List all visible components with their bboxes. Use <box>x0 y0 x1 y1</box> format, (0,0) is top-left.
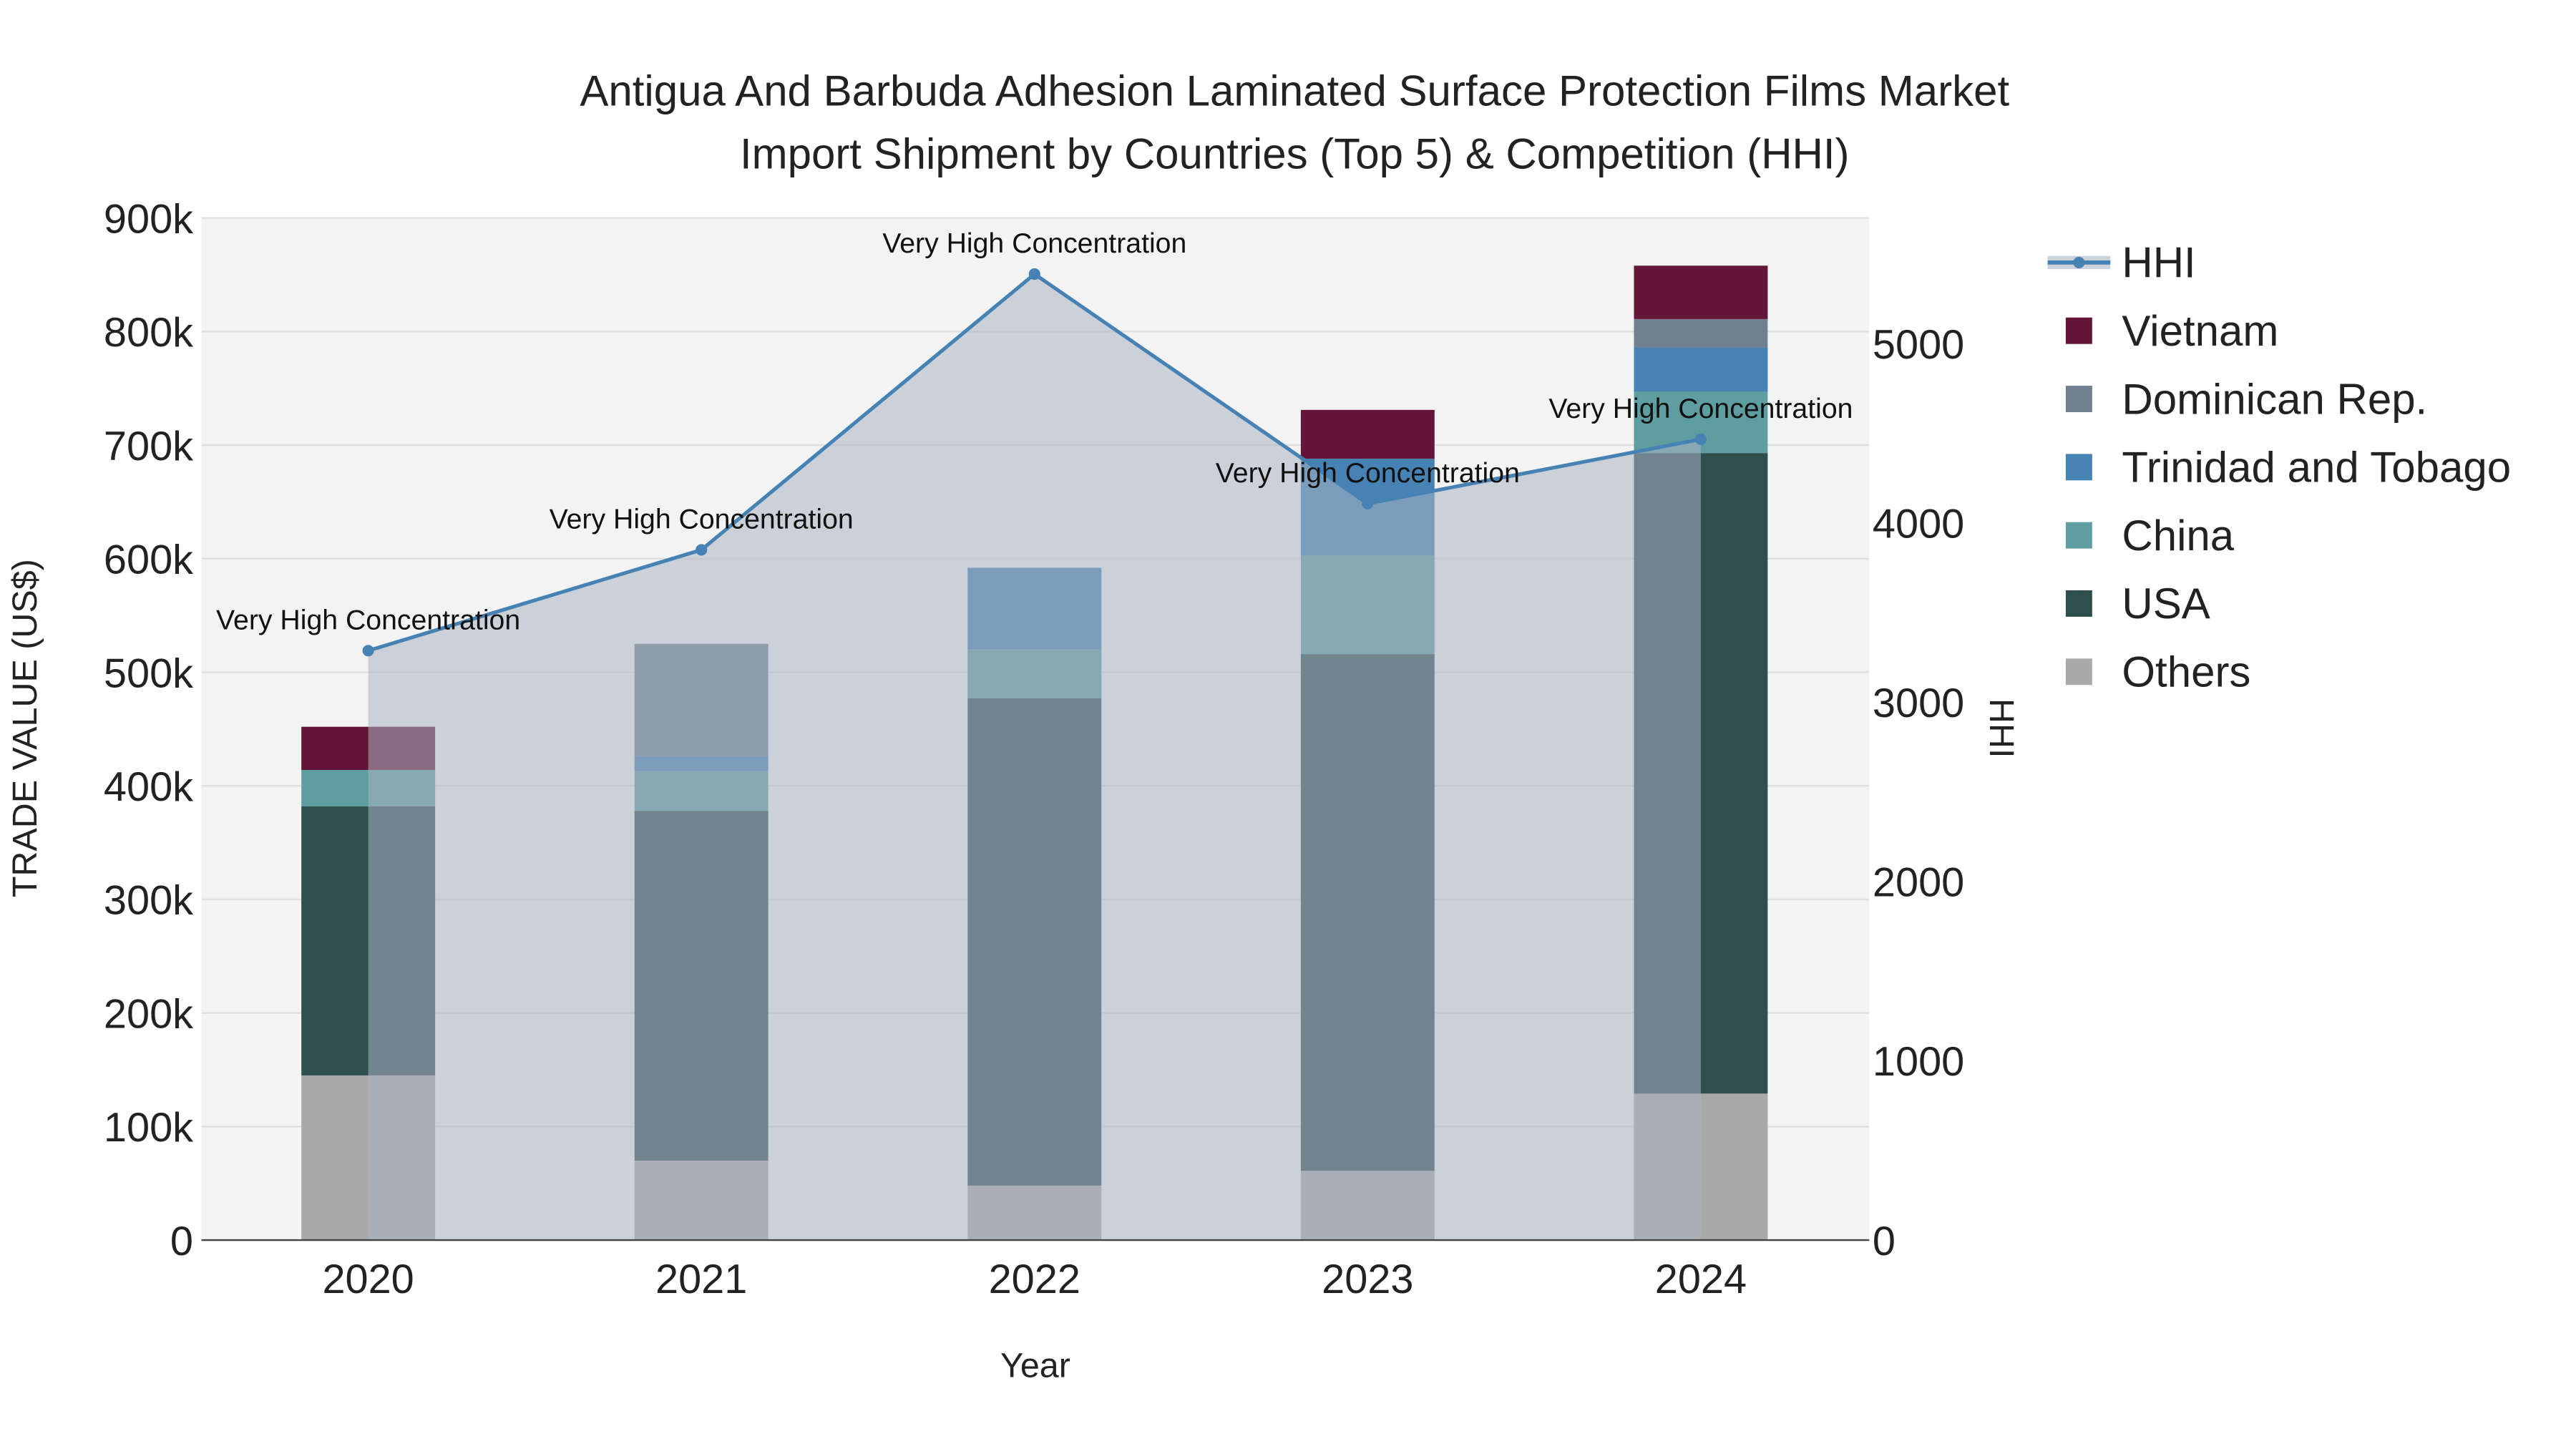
y-tick-label: 900k <box>104 196 193 242</box>
y-tick-label: 400k <box>104 764 193 810</box>
bar-trinidad-and-tobago-2024 <box>1634 347 1768 392</box>
hhi-point-2023 <box>1362 497 1374 509</box>
y-tick-label: 300k <box>104 878 193 924</box>
legend-label: China <box>2122 512 2234 560</box>
hhi-point-2020 <box>362 645 374 657</box>
x-tick-label: 2023 <box>1322 1257 1413 1302</box>
hhi-point-2022 <box>1028 268 1040 280</box>
y-tick-label: 500k <box>104 650 193 696</box>
y2-tick-label: 1000 <box>1873 1039 1964 1085</box>
hhi-point-2024 <box>1694 433 1707 445</box>
y2-axis-label: HHI <box>1982 698 2021 758</box>
legend-label: HHI <box>2122 239 2195 287</box>
legend-label: Trinidad and Tobago <box>2122 444 2511 492</box>
legend-label: Others <box>2122 648 2250 696</box>
y-tick-label: 100k <box>104 1105 193 1151</box>
y2-tick-label: 3000 <box>1873 680 1964 726</box>
x-tick-label: 2020 <box>322 1257 414 1302</box>
hhi-annotation: Very High Concentration <box>550 503 854 535</box>
legend-swatch-usa <box>2065 590 2092 617</box>
x-axis-label: Year <box>1000 1347 1070 1385</box>
hhi-annotation: Very High Concentration <box>216 604 520 635</box>
y-axis-label: TRADE VALUE (US$) <box>6 559 44 897</box>
x-tick-label: 2024 <box>1655 1257 1747 1302</box>
y-tick-label: 600k <box>104 537 193 583</box>
y-tick-label: 0 <box>170 1219 193 1264</box>
legend-swatch-dominican-rep- <box>2065 386 2092 412</box>
hhi-point-2021 <box>696 544 708 556</box>
y2-tick-label: 0 <box>1873 1219 1896 1264</box>
hhi-annotation: Very High Concentration <box>1548 393 1853 424</box>
y-tick-label: 800k <box>104 310 193 356</box>
y2-tick-label: 4000 <box>1873 501 1964 547</box>
bar-vietnam-2023 <box>1300 409 1435 459</box>
y-tick-label: 200k <box>104 991 193 1037</box>
hhi-annotation: Very High Concentration <box>882 228 1186 259</box>
hhi-import-chart: Very High Concentration Very High Concent… <box>6 67 2511 1385</box>
bar-vietnam-2024 <box>1634 265 1768 319</box>
x-tick-label: 2021 <box>655 1257 747 1302</box>
legend-label: Vietnam <box>2122 307 2278 355</box>
legend-label: USA <box>2122 580 2210 628</box>
y2-tick-label: 2000 <box>1873 860 1964 906</box>
legend-label: Dominican Rep. <box>2122 375 2427 423</box>
x-tick-label: 2022 <box>989 1257 1080 1302</box>
legend-swatch-others <box>2065 658 2092 686</box>
legend-hhi-marker-icon <box>2073 256 2085 268</box>
legend-swatch-trinidad-and-tobago <box>2065 454 2092 481</box>
bar-dominican-rep--2024 <box>1634 318 1768 348</box>
y2-tick-label: 5000 <box>1873 322 1964 368</box>
hhi-annotation: Very High Concentration <box>1216 457 1520 489</box>
y-tick-label: 700k <box>104 424 193 469</box>
legend-swatch-china <box>2065 522 2092 549</box>
chart-title-line1: Antigua And Barbuda Adhesion Laminated S… <box>580 67 2009 115</box>
chart-title-line2: Import Shipment by Countries (Top 5) & C… <box>740 130 1850 177</box>
legend-swatch-vietnam <box>2065 317 2092 344</box>
